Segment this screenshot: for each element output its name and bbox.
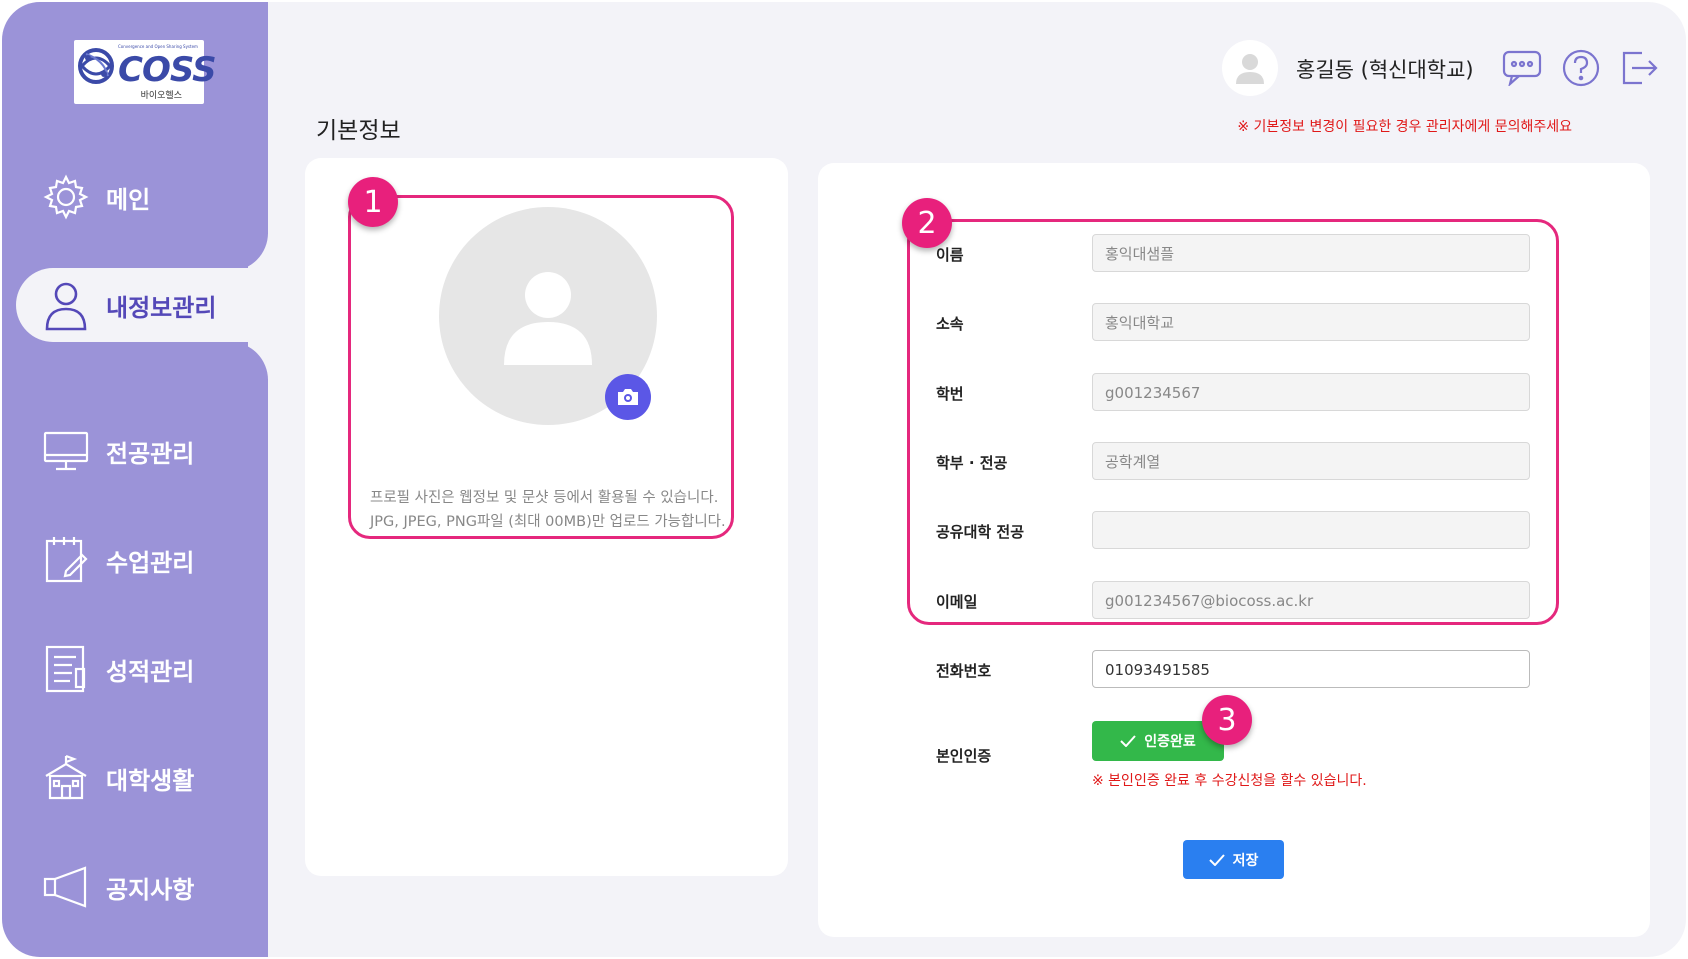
annotation-badge-3: 3 xyxy=(1202,695,1252,745)
sidebar-item-campus-life[interactable]: 대학생활 xyxy=(2,743,268,813)
sidebar-item-label: 공지사항 xyxy=(106,875,195,904)
logo-sub: 바이오헬스 xyxy=(140,91,182,101)
user-avatar[interactable] xyxy=(1222,40,1278,96)
page-title: 기본정보 xyxy=(316,118,401,144)
logo-text: COSS xyxy=(118,50,217,90)
logo-tagline: Convergence and Open Sharing System xyxy=(118,44,198,49)
verify-button-label: 인증완료 xyxy=(1144,734,1196,750)
sidebar-item-class[interactable]: 수업관리 xyxy=(2,525,268,595)
chat-icon[interactable] xyxy=(1500,46,1544,90)
sidebar-item-label: 전공관리 xyxy=(106,439,195,468)
active-notch xyxy=(228,342,268,382)
admin-notice: ※ 기본정보 변경이 필요한 경우 관리자에게 문의해주세요 xyxy=(1237,119,1572,135)
save-button-label: 저장 xyxy=(1232,852,1259,869)
sidebar-item-label: 내정보관리 xyxy=(106,293,217,322)
sidebar-item-grades[interactable]: 성적관리 xyxy=(2,634,268,704)
logo[interactable]: Convergence and Open Sharing System COSS… xyxy=(74,40,217,104)
user-icon xyxy=(38,277,94,333)
annotation-badge-2: 2 xyxy=(902,198,952,248)
sidebar-item-label: 대학생활 xyxy=(106,766,195,795)
sidebar-item-notice[interactable]: 공지사항 xyxy=(2,852,268,922)
check-icon xyxy=(1120,735,1136,747)
monitor-icon xyxy=(38,423,94,479)
sidebar-item-label: 메인 xyxy=(106,185,151,214)
sidebar-item-my-info[interactable]: 내정보관리 xyxy=(16,268,268,342)
megaphone-icon xyxy=(38,859,94,915)
sidebar: Convergence and Open Sharing System COSS… xyxy=(2,2,268,957)
sidebar-item-label: 성적관리 xyxy=(106,657,195,686)
sidebar-item-main[interactable]: 메인 xyxy=(2,162,268,232)
annotation-badge-1: 1 xyxy=(348,177,398,227)
app-frame: Convergence and Open Sharing System COSS… xyxy=(2,2,1686,957)
logout-icon[interactable] xyxy=(1618,46,1662,90)
sidebar-item-label: 수업관리 xyxy=(106,548,195,577)
phone-label: 전화번호 xyxy=(936,662,992,680)
highlight-box-info xyxy=(907,219,1559,625)
school-icon xyxy=(38,750,94,806)
help-icon[interactable] xyxy=(1559,46,1603,90)
highlight-box-profile xyxy=(348,195,734,539)
save-button[interactable]: 저장 xyxy=(1183,840,1284,879)
report-icon xyxy=(38,641,94,697)
phone-field[interactable]: 01093491585 xyxy=(1092,650,1530,688)
user-name: 홍길동 (혁신대학교) xyxy=(1296,58,1474,82)
active-notch xyxy=(228,231,268,271)
sidebar-item-major[interactable]: 전공관리 xyxy=(2,416,268,486)
verify-note: ※ 본인인증 완료 후 수강신청을 할수 있습니다. xyxy=(1092,773,1367,789)
gear-icon xyxy=(38,169,94,225)
edit-note-icon xyxy=(38,532,94,588)
user-silhouette-icon xyxy=(1236,54,1264,84)
verify-label: 본인인증 xyxy=(936,747,992,765)
check-icon xyxy=(1208,853,1225,866)
